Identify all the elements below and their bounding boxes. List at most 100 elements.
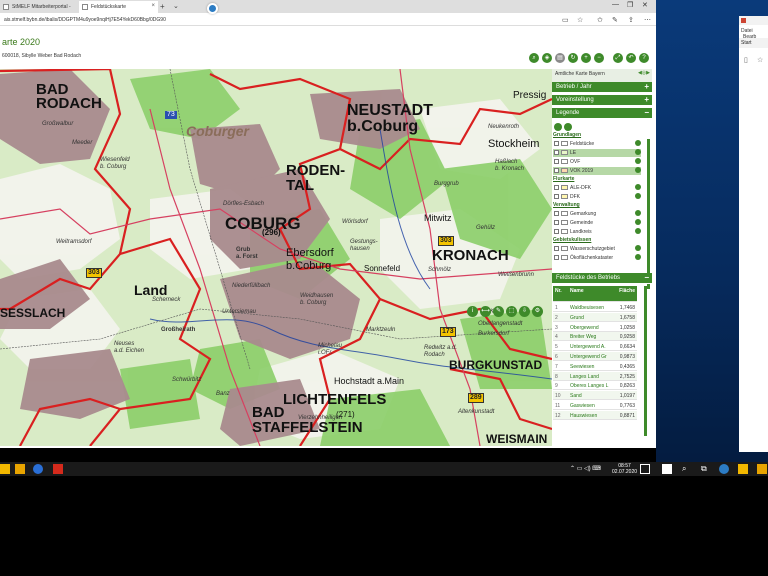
windows-start-icon[interactable] — [662, 464, 672, 474]
search-icon[interactable]: ⌕ — [529, 53, 539, 63]
checkbox[interactable] — [554, 185, 559, 190]
help-icon[interactable]: ? — [639, 53, 649, 63]
notification-icon[interactable] — [640, 464, 650, 474]
legend-edit-icon[interactable] — [554, 123, 562, 131]
table-row[interactable]: 6 Untergewend Gr 0,9873 — [553, 352, 637, 361]
expand-icon[interactable]: + — [644, 82, 649, 91]
fullscreen-icon[interactable]: ⤢ — [613, 53, 623, 63]
acrobat-icon[interactable] — [53, 464, 63, 474]
print-icon[interactable]: ▤ — [555, 53, 565, 63]
info-icon[interactable] — [635, 140, 641, 146]
checkbox[interactable] — [554, 194, 559, 199]
section-voreinstellung[interactable]: Voreinstellung + — [552, 95, 652, 106]
favorites-list-icon[interactable]: ✩ — [597, 16, 603, 24]
task-view-icon[interactable]: ⧉ — [701, 464, 707, 474]
more-icon[interactable]: ⋯ — [644, 16, 651, 24]
collapse-icon[interactable]: − — [644, 108, 649, 117]
file-explorer-icon[interactable] — [738, 464, 748, 474]
map-settings-icon[interactable]: ⚙ — [532, 306, 543, 317]
new-tab-icon[interactable]: + — [160, 2, 165, 11]
table-row[interactable]: 1 Waldbeuisesen 1,7468 — [553, 303, 637, 312]
legend-scrollbar[interactable] — [647, 139, 650, 289]
zoom-in-icon[interactable]: + — [581, 53, 591, 63]
folder-icon[interactable] — [0, 464, 10, 474]
column-header[interactable]: Name — [570, 288, 612, 294]
url-field[interactable]: ais.stmelf.bybn.de/ibalis/DDGPTM4u9yoe9n… — [4, 17, 166, 23]
legend-item[interactable]: DFK — [553, 193, 641, 201]
info-icon[interactable] — [635, 245, 641, 251]
info-icon[interactable] — [635, 219, 641, 225]
tray-icons[interactable]: ⌃ ▭ ◁) ⌨ — [570, 465, 601, 472]
table-row[interactable]: 12 Hauswiesen 0,8871 — [553, 410, 637, 420]
column-header[interactable]: Fläche — [619, 288, 635, 294]
undo-icon[interactable]: ↶ — [626, 53, 636, 63]
legend-item[interactable]: OVF — [553, 158, 641, 166]
store-icon[interactable] — [757, 464, 767, 474]
map-select-icon[interactable]: ⬚ — [506, 306, 517, 317]
legend-item[interactable]: Landkreis — [553, 228, 641, 236]
legend-item[interactable]: LE — [553, 149, 641, 157]
explorer-icon[interactable] — [15, 464, 25, 474]
table-row[interactable]: 2 Grund 1,6758 — [553, 312, 637, 322]
section-feldstuecke[interactable]: Feldstücke des Betriebs − — [552, 273, 652, 284]
chevron-down-icon[interactable]: ⌄ — [173, 2, 179, 10]
tab-feldstueckskarte[interactable]: Feldstückskarte × — [79, 1, 158, 13]
maximize-icon[interactable]: ❐ — [627, 1, 633, 9]
info-icon[interactable] — [635, 167, 641, 173]
legend-item[interactable]: Ökoflächenkataster — [553, 254, 641, 262]
info-icon[interactable] — [635, 193, 641, 199]
map-info-icon[interactable]: i — [467, 306, 478, 317]
map-export-icon[interactable]: ⇩ — [519, 306, 530, 317]
rotate-icon[interactable]: ↻ — [568, 53, 578, 63]
checkbox[interactable] — [554, 159, 559, 164]
chrome-icon[interactable] — [33, 464, 43, 474]
table-row[interactable]: 8 Langes Land 2,7525 — [553, 371, 637, 381]
table-row[interactable]: 7 Seewiesen 0,4365 — [553, 362, 637, 371]
section-legende[interactable]: Legende − — [552, 108, 652, 119]
info-icon[interactable] — [635, 158, 641, 164]
tab-mitarbeiterportal[interactable]: StMELF Mitarbeiterportal - — [0, 1, 78, 13]
info-icon[interactable] — [635, 149, 641, 155]
checkbox[interactable] — [554, 168, 559, 173]
minimize-icon[interactable]: — — [612, 1, 619, 8]
table-row[interactable]: 11 Gaswiesen 0,7763 — [553, 401, 637, 410]
document-icon[interactable]: ▯ — [744, 56, 748, 64]
legend-item[interactable]: ALE-DFK — [553, 184, 641, 192]
legend-item[interactable]: VOK 2019 — [553, 167, 641, 175]
table-row[interactable]: 3 Obergewend 1,0258 — [553, 323, 637, 332]
checkbox[interactable] — [554, 255, 559, 260]
checkbox[interactable] — [554, 141, 559, 146]
info-icon[interactable] — [635, 210, 641, 216]
share-icon[interactable]: ⇪ — [628, 16, 634, 24]
legend-item[interactable]: Gemeinde — [553, 219, 641, 227]
table-row[interactable]: 9 Oberes Langes L 0,8263 — [553, 381, 637, 391]
table-row[interactable]: 5 Untergewend A. 0,6634 — [553, 342, 637, 352]
notes-icon[interactable]: ✎ — [612, 16, 618, 24]
checkbox[interactable] — [554, 211, 559, 216]
section-betrieb-jahr[interactable]: Betrieb / Jahr + — [552, 82, 652, 93]
collapse-icon[interactable]: − — [644, 273, 649, 282]
column-header[interactable]: Nr. — [555, 288, 562, 294]
reader-icon[interactable]: ▭ — [562, 16, 569, 24]
legend-item[interactable]: Wasserschutzgebiet — [553, 245, 641, 253]
map-canvas[interactable]: BAD RODACH NEUSTADT b.Coburg Coburger RO… — [0, 69, 552, 446]
map-draw-icon[interactable]: ✎ — [493, 306, 504, 317]
close-tab-icon[interactable]: × — [151, 3, 155, 9]
checkbox[interactable] — [554, 150, 559, 155]
map-nav-icon[interactable]: ◀◎▶ — [638, 70, 650, 76]
edge-icon[interactable] — [719, 464, 729, 474]
star-icon[interactable]: ☆ — [757, 56, 763, 64]
zoom-out-icon[interactable]: − — [594, 53, 604, 63]
layers-icon[interactable]: ◈ — [542, 53, 552, 63]
checkbox[interactable] — [554, 220, 559, 225]
checkbox[interactable] — [554, 246, 559, 251]
checkbox[interactable] — [554, 229, 559, 234]
info-icon[interactable] — [635, 254, 641, 260]
info-icon[interactable] — [635, 184, 641, 190]
table-row[interactable]: 4 Breiter Weg 0,9258 — [553, 332, 637, 342]
favorite-icon[interactable]: ☆ — [577, 16, 583, 24]
table-scrollbar[interactable] — [644, 286, 647, 436]
map-measure-icon[interactable]: ⟷ — [480, 306, 491, 317]
table-row[interactable]: 10 Sand 1,0197 — [553, 391, 637, 401]
second-window[interactable]: Datei Bearb Start ▯ ☆ — [739, 16, 768, 452]
